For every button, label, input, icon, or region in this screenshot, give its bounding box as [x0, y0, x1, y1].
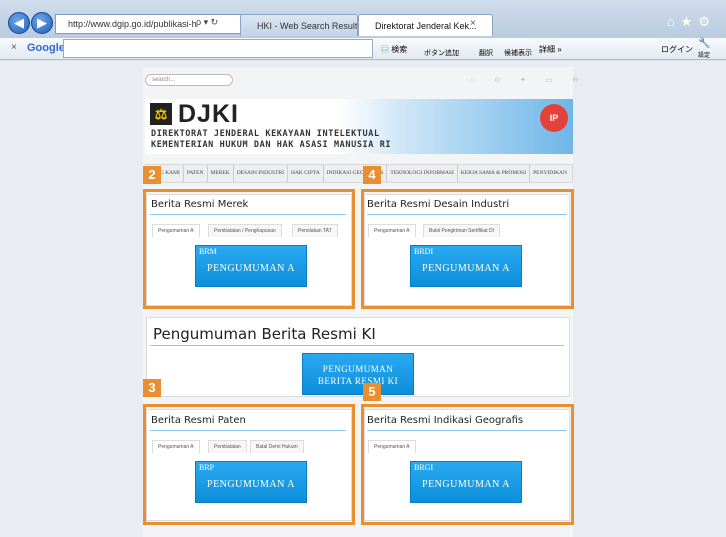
- search-placeholder: search...: [152, 77, 176, 83]
- nav-item[interactable]: MEREK: [208, 165, 234, 182]
- settings-label: 設定: [698, 53, 711, 59]
- nav-item[interactable]: DESAIN INDUSTRI: [234, 165, 288, 182]
- toolbar-search-button[interactable]: ▤ 検索: [381, 44, 407, 55]
- main-divider: [150, 345, 564, 346]
- ip-badge-icon: IP: [540, 104, 568, 132]
- forward-button[interactable]: ▶: [31, 12, 53, 34]
- site-search-input[interactable]: search...: [145, 74, 233, 86]
- djki-logo-icon: ⚖: [150, 103, 172, 125]
- site-subtitle-1: DIREKTORAT JENDERAL KEKAYAAN INTELEKTUAL: [151, 129, 380, 139]
- add-button-button[interactable]: ボタン追加: [424, 48, 459, 58]
- highlight-box: [143, 189, 355, 309]
- details-button[interactable]: 詳細 »: [539, 44, 562, 55]
- back-button[interactable]: ◀: [8, 12, 30, 34]
- step-badge: 5: [363, 383, 381, 401]
- search-icon: ▤: [381, 45, 389, 54]
- main-title: Pengumuman Berita Resmi KI: [153, 325, 376, 343]
- google-search-input[interactable]: [63, 39, 373, 58]
- toolbar-close-icon[interactable]: ×: [11, 42, 17, 53]
- nav-item[interactable]: PENYIDIKAN: [530, 165, 570, 182]
- tab-hki-search[interactable]: HKI - Web Search Result: [240, 14, 358, 36]
- highlight-box: [143, 404, 355, 525]
- button-label: PENGUMUMAN BERITA RESMI KI: [317, 364, 399, 386]
- wrench-icon[interactable]: 🔧: [698, 38, 710, 49]
- nav-item[interactable]: HAK CIPTA: [288, 165, 324, 182]
- address-icons[interactable]: ρ ▾ ↻: [196, 17, 219, 28]
- nav-item[interactable]: KERJA SAMA & PROMOSI: [458, 165, 531, 182]
- pengumuman-berita-resmi-button[interactable]: PENGUMUMAN BERITA RESMI KI: [302, 353, 414, 395]
- translate-button[interactable]: 翻訳: [479, 48, 493, 58]
- address-text: http://www.dgip.go.id/publikasi-hki: [68, 19, 204, 29]
- nav-item[interactable]: TEKNOLOGI INFORMASI: [387, 165, 458, 182]
- nav-item[interactable]: PATEN: [184, 165, 208, 182]
- tab-close-icon[interactable]: ×: [470, 18, 476, 29]
- step-badge: 3: [143, 379, 161, 397]
- highlight-box: [361, 189, 574, 309]
- step-badge: 2: [143, 166, 161, 184]
- site-logo-text: DJKI: [178, 100, 239, 128]
- tab-label: HKI - Web Search Result: [257, 21, 358, 31]
- home-favorites-settings-icons[interactable]: ⌂★⚙: [667, 14, 716, 30]
- site-subtitle-2: KEMENTERIAN HUKUM DAN HAK ASASI MANUSIA …: [151, 140, 392, 150]
- login-button[interactable]: ログイン: [661, 44, 693, 55]
- social-icons[interactable]: ⌂ ⊙ ✦ ▭ ⊖: [470, 76, 587, 84]
- toolbar-search-label: 検索: [391, 45, 408, 54]
- google-logo: Google: [27, 42, 65, 54]
- tab-label: Direktorat Jenderal Kek...: [375, 21, 477, 31]
- step-badge: 4: [363, 166, 381, 184]
- bookmark-button[interactable]: 候補表示: [504, 48, 532, 58]
- highlight-box: [361, 404, 574, 525]
- main-nav: TANG KAMI PATEN MEREK DESAIN INDUSTRI HA…: [145, 164, 573, 183]
